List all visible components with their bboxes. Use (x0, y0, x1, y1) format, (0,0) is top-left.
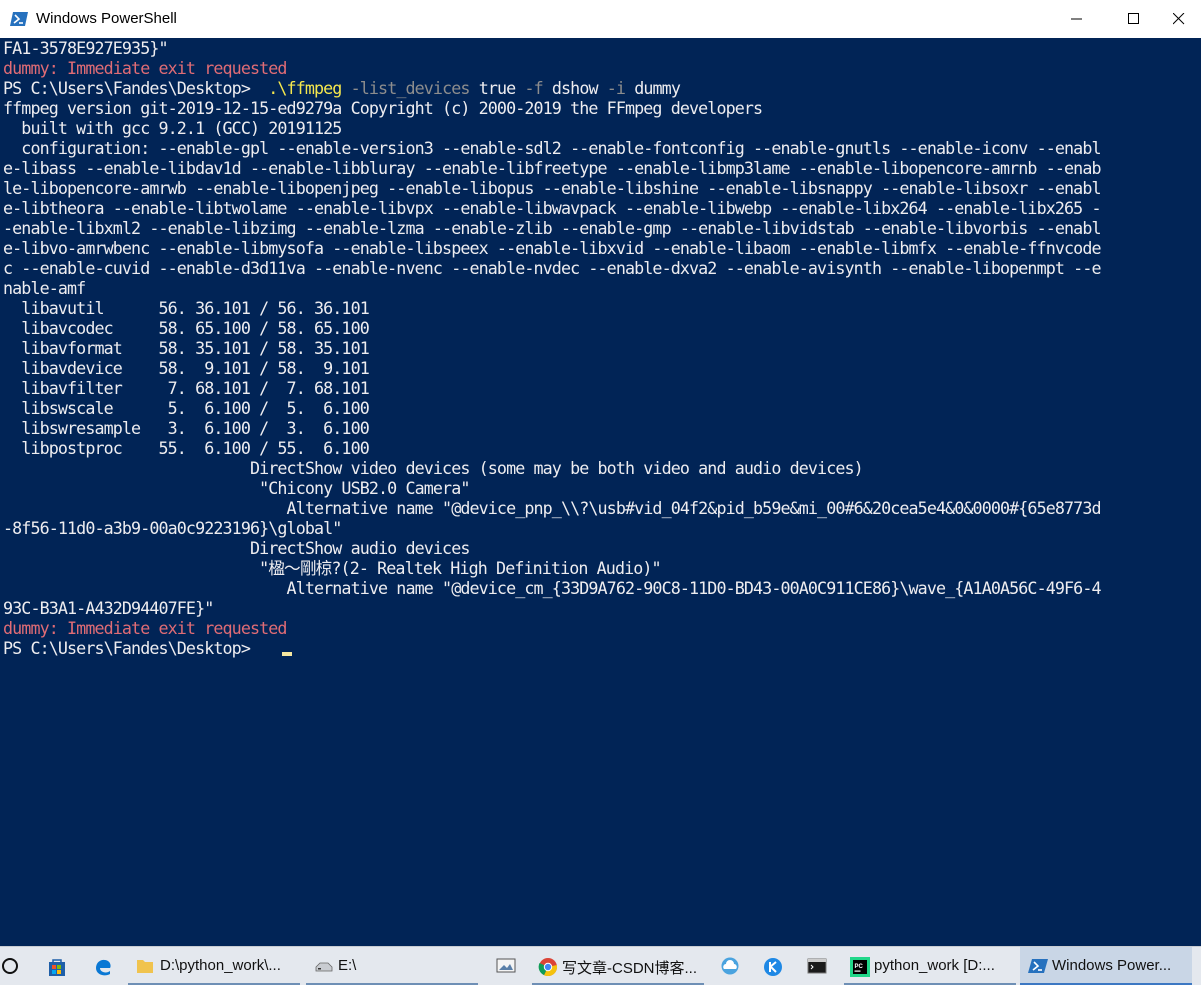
console-line: built with gcc 9.2.1 (GCC) 20191125 (3, 118, 342, 138)
powershell-icon (10, 12, 28, 26)
minimize-button[interactable] (1054, 0, 1100, 38)
console-line: 93C-B3A1-A432D94407FE}" (3, 598, 214, 618)
powershell-icon (1028, 959, 1048, 973)
console-line: ffmpeg version git-2019-12-15-ed9279a Co… (3, 98, 763, 118)
console-line: "楹～剛椋?(2- Realtek High Definition Audio)… (3, 558, 661, 578)
edge-icon (96, 959, 111, 976)
taskbar-item-terminal[interactable] (800, 947, 836, 985)
taskbar-item-label: Windows Power... (1052, 957, 1172, 974)
command-flag: -list_devices (350, 78, 471, 98)
command-value: true (478, 78, 516, 98)
command-flag: -f (524, 78, 543, 98)
window-title: Windows PowerShell (36, 10, 177, 27)
chrome-icon (538, 958, 558, 977)
k-app-icon (764, 958, 782, 976)
console-line: DirectShow video devices (some may be bo… (3, 458, 864, 478)
taskbar-item-label: D:\python_work\... (160, 957, 281, 974)
error-line: dummy: Immediate exit requested (3, 618, 287, 638)
command-value: dummy (634, 78, 681, 98)
close-icon (1173, 13, 1185, 25)
taskbar-item-explorer-python[interactable]: D:\python_work\... (128, 947, 300, 985)
cortana-button[interactable] (0, 947, 22, 985)
console-line: le-libopencore-amrwb --enable-libopenjpe… (3, 178, 1102, 198)
folder-icon (137, 960, 153, 973)
console-line: Alternative name "@device_cm_{33D9A762-9… (3, 578, 1102, 598)
taskbar-item-chrome[interactable]: 写文章-CSDN博客... (532, 947, 704, 985)
cloud-icon (721, 957, 739, 975)
pycharm-icon: PC (850, 957, 870, 977)
taskbar-item-explorer-e[interactable]: E:\ (306, 947, 478, 985)
console-line: e-libvo-amrwbenc --enable-libmysofa --en… (3, 238, 1102, 258)
console-line: libavdevice 58. 9.101 / 58. 9.101 (3, 358, 369, 378)
image-viewer-icon (496, 958, 516, 973)
taskbar-item-store[interactable] (40, 947, 76, 985)
taskbar-item-pycharm[interactable]: PC python_work [D:... (844, 947, 1016, 985)
console-line: e-libass --enable-libdav1d --enable-libb… (3, 158, 1102, 178)
console-line: libswscale 5. 6.100 / 5. 6.100 (3, 398, 369, 418)
console-line: libpostproc 55. 6.100 / 55. 6.100 (3, 438, 369, 458)
taskbar-item-label: python_work [D:... (874, 957, 995, 974)
console-output[interactable]: FA1-3578E927E935}" dummy: Immediate exit… (0, 38, 1201, 946)
console-line: -enable-libxml2 --enable-libzimg --enabl… (3, 218, 1102, 238)
prompt: PS C:\Users\Fandes\Desktop> (3, 78, 251, 98)
taskbar-item-label: 写文章-CSDN博客... (562, 960, 698, 977)
maximize-button[interactable] (1111, 0, 1157, 38)
taskbar-item-image-viewer[interactable] (488, 947, 524, 985)
taskbar-item-label: E:\ (338, 957, 357, 974)
console-line: DirectShow audio devices (3, 538, 470, 558)
drive-icon (315, 962, 333, 972)
command-flag: -i (606, 78, 626, 98)
console-line: Alternative name "@device_pnp_\\?\usb#vi… (3, 498, 1102, 518)
console-line: FA1-3578E927E935}" (3, 38, 169, 58)
taskbar-item-edge[interactable] (86, 947, 122, 985)
close-button[interactable] (1156, 0, 1201, 38)
console-line: nable-amf (3, 278, 86, 298)
cortana-circle-icon (2, 958, 18, 974)
console-line: configuration: --enable-gpl --enable-ver… (3, 138, 1101, 158)
minimize-icon (1071, 18, 1082, 20)
console-line: libavcodec 58. 65.100 / 58. 65.100 (3, 318, 369, 338)
title-bar[interactable]: Windows PowerShell (0, 0, 1201, 39)
console-line: e-libtheora --enable-libtwolame --enable… (3, 198, 1102, 218)
console-line: libavfilter 7. 68.101 / 7. 68.101 (3, 378, 369, 398)
error-line: dummy: Immediate exit requested (3, 58, 287, 78)
prompt-line[interactable]: PS C:\Users\Fandes\Desktop> (3, 638, 251, 658)
console-line: libavformat 58. 35.101 / 58. 35.101 (3, 338, 369, 358)
console-line: c --enable-cuvid --enable-d3d11va --enab… (3, 258, 1102, 278)
maximize-icon (1128, 13, 1139, 24)
taskbar-item-powershell[interactable]: Windows Power... (1020, 947, 1192, 985)
terminal-icon (807, 958, 827, 974)
svg-text:PC: PC (855, 964, 864, 970)
text-cursor (282, 652, 292, 656)
command-line: PS C:\Users\Fandes\Desktop> .\ffmpeg -li… (3, 78, 681, 98)
store-icon (49, 959, 65, 976)
console-line: libavutil 56. 36.101 / 56. 36.101 (3, 298, 369, 318)
console-line: -8f56-11d0-a3b9-00a0c9223196}\global" (3, 518, 342, 538)
taskbar: D:\python_work\... E:\ 写文章-CSDN博客... PC … (0, 946, 1201, 985)
command-exe: .\ffmpeg (268, 78, 342, 98)
taskbar-item-k-app[interactable] (756, 947, 792, 985)
taskbar-item-cloud[interactable] (712, 947, 748, 985)
console-line: libswresample 3. 6.100 / 3. 6.100 (3, 418, 369, 438)
command-value: dshow (551, 78, 599, 98)
console-line: "Chicony USB2.0 Camera" (3, 478, 470, 498)
